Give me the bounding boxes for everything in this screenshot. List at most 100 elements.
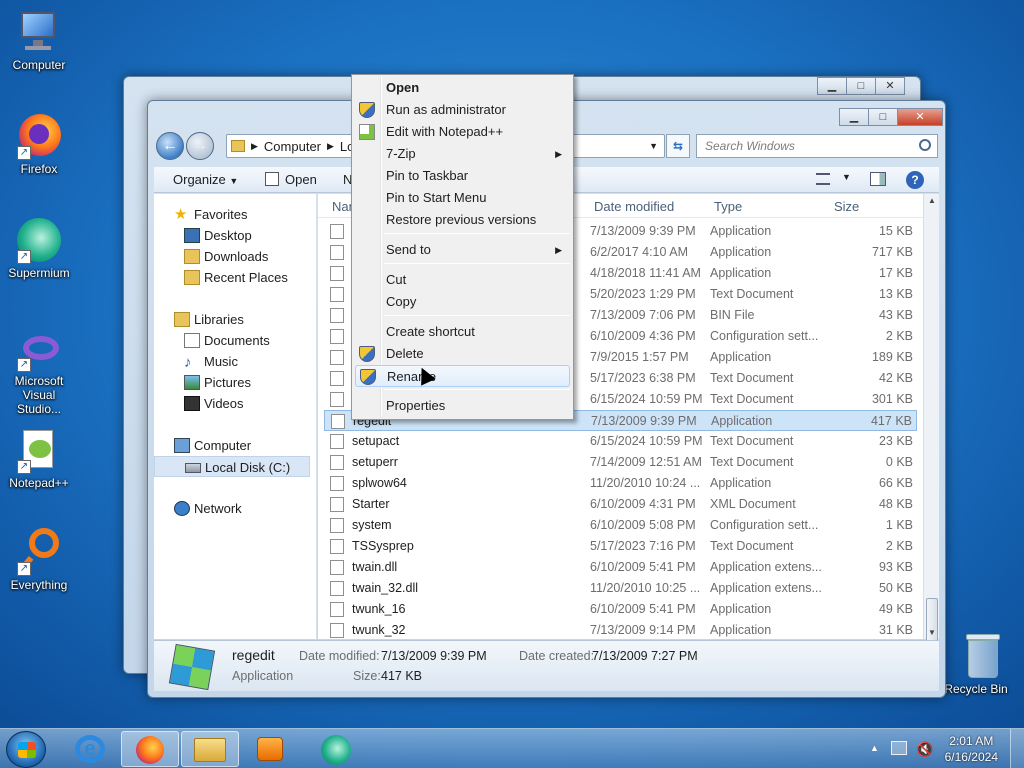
desktop-icon-everything[interactable]: ↗ Everything	[3, 528, 75, 592]
menu-item-open[interactable]: Open	[355, 77, 570, 99]
open-button[interactable]: Open	[285, 172, 317, 187]
search-input[interactable]: Search Windows	[696, 134, 938, 158]
maximize-button[interactable]: □	[868, 108, 898, 126]
table-row[interactable]: TSSysprep 5/17/2023 7:16 PM Text Document 2…	[324, 536, 917, 557]
table-row[interactable]: twunk_32 7/13/2009 9:14 PM Application 31 K…	[324, 620, 917, 639]
table-row[interactable]: setuperr 7/14/2009 12:51 AM Text Document 0…	[324, 452, 917, 473]
desktop-icon-label: Microsoft Visual Studio...	[14, 374, 64, 416]
taskbar-internet-explorer[interactable]: e	[62, 731, 120, 767]
breadcrumb-computer[interactable]: Computer	[264, 139, 321, 154]
file-icon	[330, 560, 344, 575]
table-row[interactable]: splwow64 11/20/2010 10:24 ... Application 6…	[324, 473, 917, 494]
desktop-icon-computer[interactable]: Computer	[3, 8, 75, 72]
menu-item-send-to[interactable]: Send to ▶	[355, 239, 570, 261]
menu-item-cut[interactable]: Cut	[355, 269, 570, 291]
show-desktop-button[interactable]	[1010, 729, 1024, 768]
nav-music[interactable]: ♪ Music	[154, 351, 310, 372]
refresh-icon[interactable]: ⇆	[666, 134, 690, 158]
volume-muted-icon[interactable]: 🔇	[916, 741, 933, 758]
size-cell: 189 KB	[871, 350, 913, 364]
start-button[interactable]	[6, 731, 46, 768]
close-icon[interactable]: ✕	[875, 77, 905, 95]
menu-item-edit-with-notepad[interactable]: Edit with Notepad++	[355, 121, 570, 143]
nav-libraries[interactable]: Libraries	[154, 309, 310, 330]
forward-button[interactable]: →	[186, 132, 214, 160]
network-tray-icon[interactable]	[891, 741, 907, 755]
table-row[interactable]: twain.dll 6/10/2009 5:41 PM Application ex…	[324, 557, 917, 578]
date-modified-cell: 6/10/2009 5:41 PM	[590, 560, 696, 574]
show-hidden-icons[interactable]: ▲	[870, 743, 879, 753]
nav-recent-places[interactable]: Recent Places	[154, 267, 310, 288]
nav-favorites[interactable]: ★ Favorites	[154, 204, 310, 225]
taskbar-firefox[interactable]	[121, 731, 179, 767]
help-icon[interactable]: ?	[906, 171, 924, 189]
nav-local-disk[interactable]: Local Disk (C:)	[154, 456, 310, 477]
taskbar-supermium[interactable]	[307, 731, 365, 767]
type-cell: Text Document	[710, 539, 794, 553]
nav-desktop[interactable]: Desktop	[154, 225, 310, 246]
column-size[interactable]: Size	[834, 199, 859, 214]
nav-videos[interactable]: Videos	[154, 393, 310, 414]
desktop-icon-firefox[interactable]: ↗ Firefox	[3, 112, 75, 176]
nav-network[interactable]: Network	[154, 498, 310, 519]
menu-item-delete[interactable]: Delete	[355, 343, 570, 365]
menu-item-create-shortcut[interactable]: Create shortcut	[355, 321, 570, 343]
file-icon	[330, 287, 344, 302]
menu-item-pin-to-taskbar[interactable]: Pin to Taskbar	[355, 165, 570, 187]
size-cell: 48 KB	[878, 497, 913, 511]
nav-computer[interactable]: Computer	[154, 435, 310, 456]
file-name-cell: twain.dll	[352, 560, 398, 574]
chevron-right-icon[interactable]: ▶	[251, 141, 258, 152]
clock[interactable]: 2:01 AM 6/16/2024	[945, 733, 998, 765]
taskbar-windows-explorer[interactable]	[181, 731, 239, 767]
desktop-icon-notepadpp[interactable]: ↗ Notepad++	[3, 426, 75, 490]
type-cell: XML Document	[710, 497, 796, 511]
taskbar-media-player[interactable]	[241, 731, 299, 767]
chevron-down-icon[interactable]: ▼	[649, 141, 658, 151]
date-modified-cell: 5/17/2023 6:38 PM	[590, 371, 696, 385]
network-icon	[174, 501, 190, 516]
table-row[interactable]: twunk_16 6/10/2009 5:41 PM Application 49 K…	[324, 599, 917, 620]
menu-item-rename[interactable]: Rename	[355, 365, 570, 387]
close-button[interactable]: ✕	[897, 108, 943, 126]
search-icon[interactable]	[919, 139, 931, 151]
details-size-label: Size:	[353, 669, 381, 683]
menu-item-pin-to-start-menu[interactable]: Pin to Start Menu	[355, 187, 570, 209]
scroll-down-icon[interactable]: ▼	[928, 628, 936, 637]
table-row[interactable]: system 6/10/2009 5:08 PM Configuration set…	[324, 515, 917, 536]
column-type[interactable]: Type	[714, 199, 742, 214]
menu-item-copy[interactable]: Copy	[355, 291, 570, 313]
vertical-scrollbar[interactable]: ▲ ▼	[923, 194, 939, 686]
menu-item-7-zip[interactable]: 7-Zip ▶	[355, 143, 570, 165]
everything-icon: ↗	[15, 528, 63, 576]
date-modified-cell: 6/10/2009 5:08 PM	[590, 518, 696, 532]
chevron-right-icon[interactable]: ▶	[327, 141, 334, 152]
menu-item-restore-previous-versions[interactable]: Restore previous versions	[355, 209, 570, 231]
size-cell: 93 KB	[878, 560, 913, 574]
chevron-down-icon[interactable]: ▼	[842, 172, 851, 182]
size-cell: 49 KB	[878, 602, 913, 616]
desktop-icon-label: Notepad++	[9, 476, 69, 490]
desktop-icon-supermium[interactable]: ↗ Supermium	[3, 216, 75, 280]
table-row[interactable]: Starter 6/10/2009 4:31 PM XML Document 48 K…	[324, 494, 917, 515]
minimize-icon[interactable]: ▁	[817, 77, 847, 95]
back-button[interactable]: ←	[156, 132, 184, 160]
minimize-button[interactable]: ▁	[839, 108, 869, 126]
preview-pane-icon[interactable]	[870, 172, 886, 186]
view-options-icon[interactable]	[816, 173, 830, 185]
organize-button[interactable]: Organize ▼	[173, 172, 238, 187]
uac-shield-icon	[359, 102, 375, 118]
table-row[interactable]: setupact 6/15/2024 10:59 PM Text Document 2…	[324, 431, 917, 452]
maximize-icon[interactable]: □	[846, 77, 876, 95]
menu-item-properties[interactable]: Properties	[355, 395, 570, 417]
column-date-modified[interactable]: Date modified	[594, 199, 674, 214]
table-row[interactable]: twain_32.dll 11/20/2010 10:25 ... Applicat…	[324, 578, 917, 599]
nav-pictures[interactable]: Pictures	[154, 372, 310, 393]
menu-item-run-as-administrator[interactable]: Run as administrator	[355, 99, 570, 121]
scroll-up-icon[interactable]: ▲	[928, 196, 936, 205]
type-cell: Application	[710, 224, 772, 238]
desktop-icon-recycle-bin[interactable]: Recycle Bin	[940, 632, 1012, 696]
nav-downloads[interactable]: Downloads	[154, 246, 310, 267]
nav-documents[interactable]: Documents	[154, 330, 310, 351]
desktop-icon-visual-studio[interactable]: ↗ Microsoft Visual Studio...	[3, 332, 75, 416]
